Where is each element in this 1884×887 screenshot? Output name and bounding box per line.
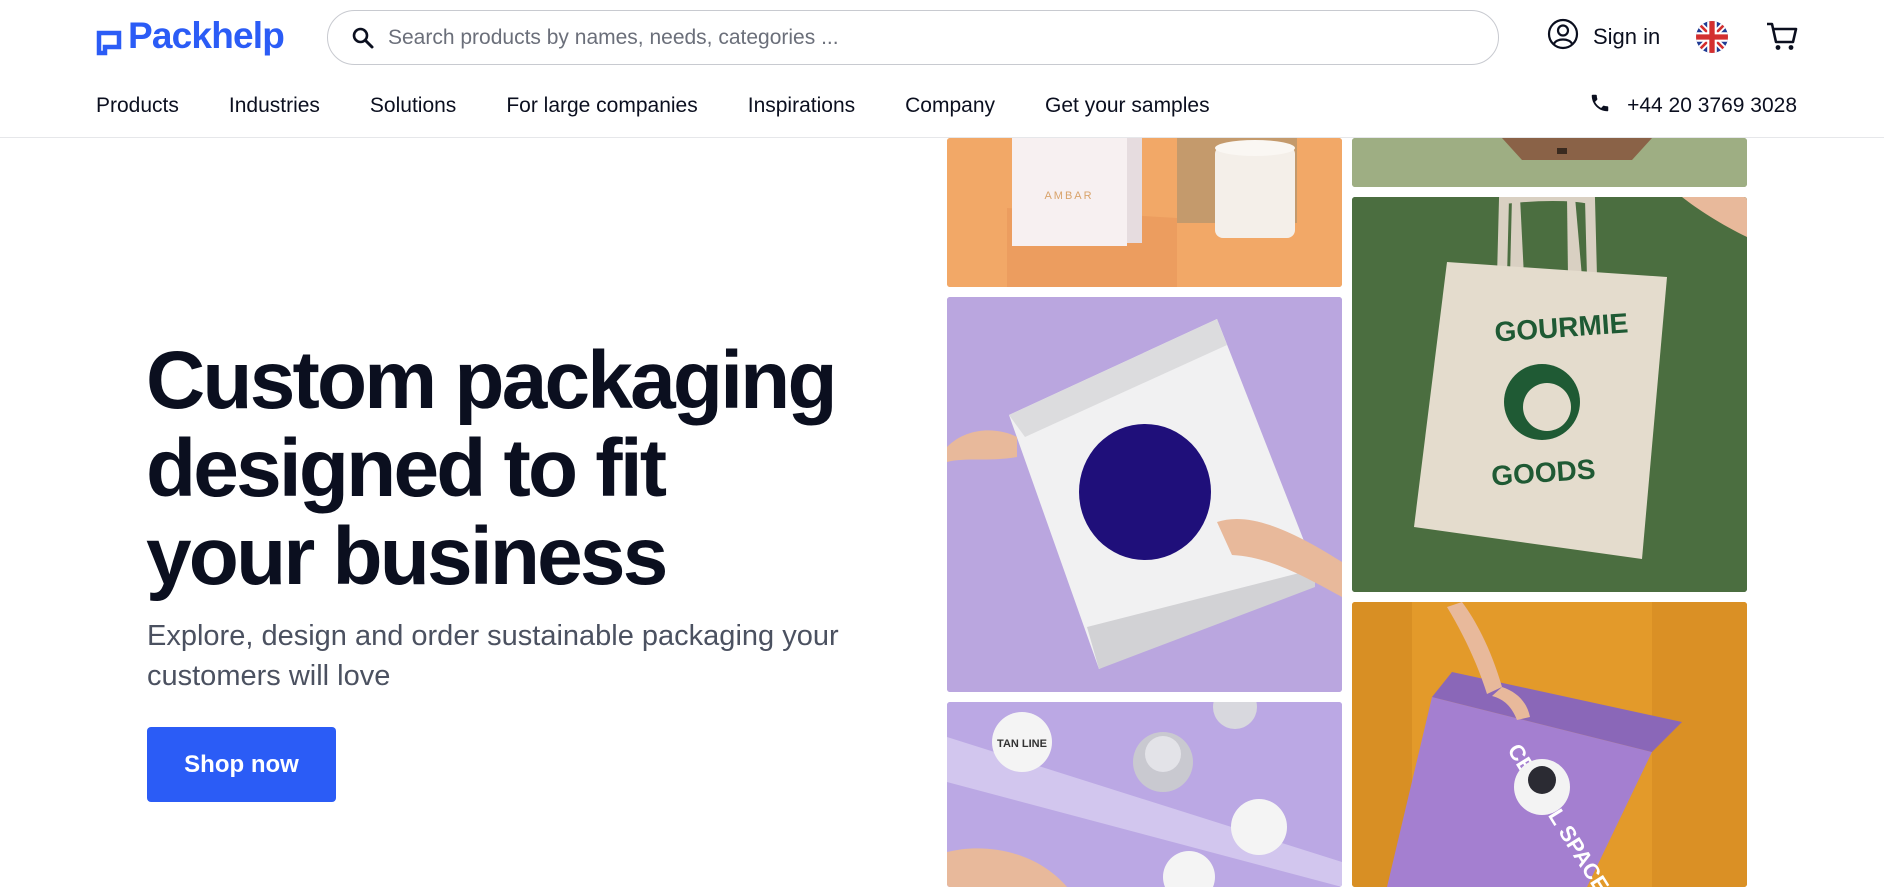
phone-icon [1589, 92, 1611, 120]
gallery-image-candle-box: AMBAR [947, 138, 1342, 287]
gallery-image-mailer-bag [947, 297, 1342, 692]
logo-mark-icon [96, 23, 122, 56]
nav-item-solutions[interactable]: Solutions [370, 94, 456, 118]
gallery-image-cereal-box: CEREAL SPACE [1352, 602, 1747, 887]
packhelp-logo[interactable]: Packhelp [96, 15, 285, 56]
sticker-text: TAN LINE [997, 738, 1047, 750]
search-input[interactable] [388, 17, 1498, 58]
gallery-image-stickers: TAN LINE [947, 702, 1342, 887]
nav-item-inspirations[interactable]: Inspirations [748, 94, 855, 118]
search-bar[interactable] [327, 10, 1499, 65]
gallery-image-tote-bag: GOURMIE GOODS [1352, 197, 1747, 592]
hero-title: Custom packaging designed to fit your bu… [146, 335, 838, 602]
site-header: Packhelp Sign in [0, 0, 1884, 138]
user-account-icon [1547, 18, 1579, 56]
main-navigation: Products Industries Solutions For large … [96, 88, 1260, 124]
hero-subtitle: Explore, design and order sustainable pa… [147, 620, 839, 692]
nav-item-large-companies[interactable]: For large companies [506, 94, 697, 118]
nav-item-products[interactable]: Products [96, 94, 179, 118]
uk-flag-icon[interactable] [1696, 21, 1728, 53]
phone-contact[interactable]: +44 20 3769 3028 [1589, 92, 1797, 120]
box-label: AMBAR [1044, 190, 1093, 202]
shop-now-button[interactable]: Shop now [147, 727, 336, 802]
gallery-image-shipping-box [1352, 138, 1747, 187]
nav-item-company[interactable]: Company [905, 94, 995, 118]
shopping-cart-icon[interactable] [1765, 19, 1799, 53]
nav-item-get-samples[interactable]: Get your samples [1045, 94, 1210, 118]
phone-number: +44 20 3769 3028 [1627, 94, 1797, 117]
sign-in-label: Sign in [1593, 24, 1661, 49]
logo-text: Packhelp [128, 15, 285, 56]
sign-in-button[interactable]: Sign in [1547, 18, 1660, 56]
nav-item-industries[interactable]: Industries [229, 94, 320, 118]
search-icon [350, 25, 376, 51]
